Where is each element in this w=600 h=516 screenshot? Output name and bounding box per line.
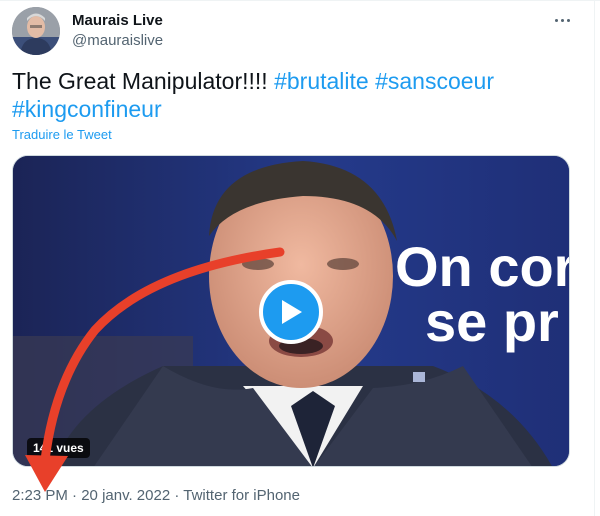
more-options-button[interactable] <box>548 6 576 34</box>
avatar[interactable] <box>12 7 60 55</box>
hashtag-link[interactable]: #brutalite <box>274 68 369 94</box>
hashtag-link[interactable]: #kingconfineur <box>12 96 162 122</box>
tweet: Maurais Live @mauraislive The Great Mani… <box>0 0 600 516</box>
video-overlay-text: On cor <box>395 235 570 298</box>
meta-separator: · <box>72 487 78 504</box>
video-player[interactable]: On cor se pr 141 vues <box>12 155 570 467</box>
view-count-badge: 141 vues <box>27 438 90 458</box>
translate-tweet-link[interactable]: Traduire le Tweet <box>12 127 112 143</box>
hashtag-link[interactable]: #sanscoeur <box>375 68 494 94</box>
tweet-text: The Great Manipulator!!!! #brutalite #sa… <box>12 67 582 123</box>
play-icon <box>282 300 302 324</box>
author-handle[interactable]: @mauraislive <box>72 31 163 51</box>
tweet-source[interactable]: Twitter for iPhone <box>183 487 300 504</box>
meta-separator: · <box>174 487 180 504</box>
divider-top <box>0 0 600 1</box>
more-dot-icon <box>554 18 558 22</box>
tweet-date[interactable]: 20 janv. 2022 <box>81 487 170 504</box>
more-dot-icon <box>560 18 564 22</box>
author-display-name[interactable]: Maurais Live <box>72 11 163 31</box>
tweet-metadata: 2:23 PM · 20 janv. 2022 · Twitter for iP… <box>12 486 300 506</box>
tweet-time[interactable]: 2:23 PM <box>12 487 68 504</box>
tweet-body-text: The Great Manipulator!!!! <box>12 68 268 94</box>
more-dot-icon <box>566 18 570 22</box>
divider-right <box>594 0 595 516</box>
video-overlay-text: se pr <box>425 290 559 353</box>
play-button[interactable] <box>259 280 323 344</box>
